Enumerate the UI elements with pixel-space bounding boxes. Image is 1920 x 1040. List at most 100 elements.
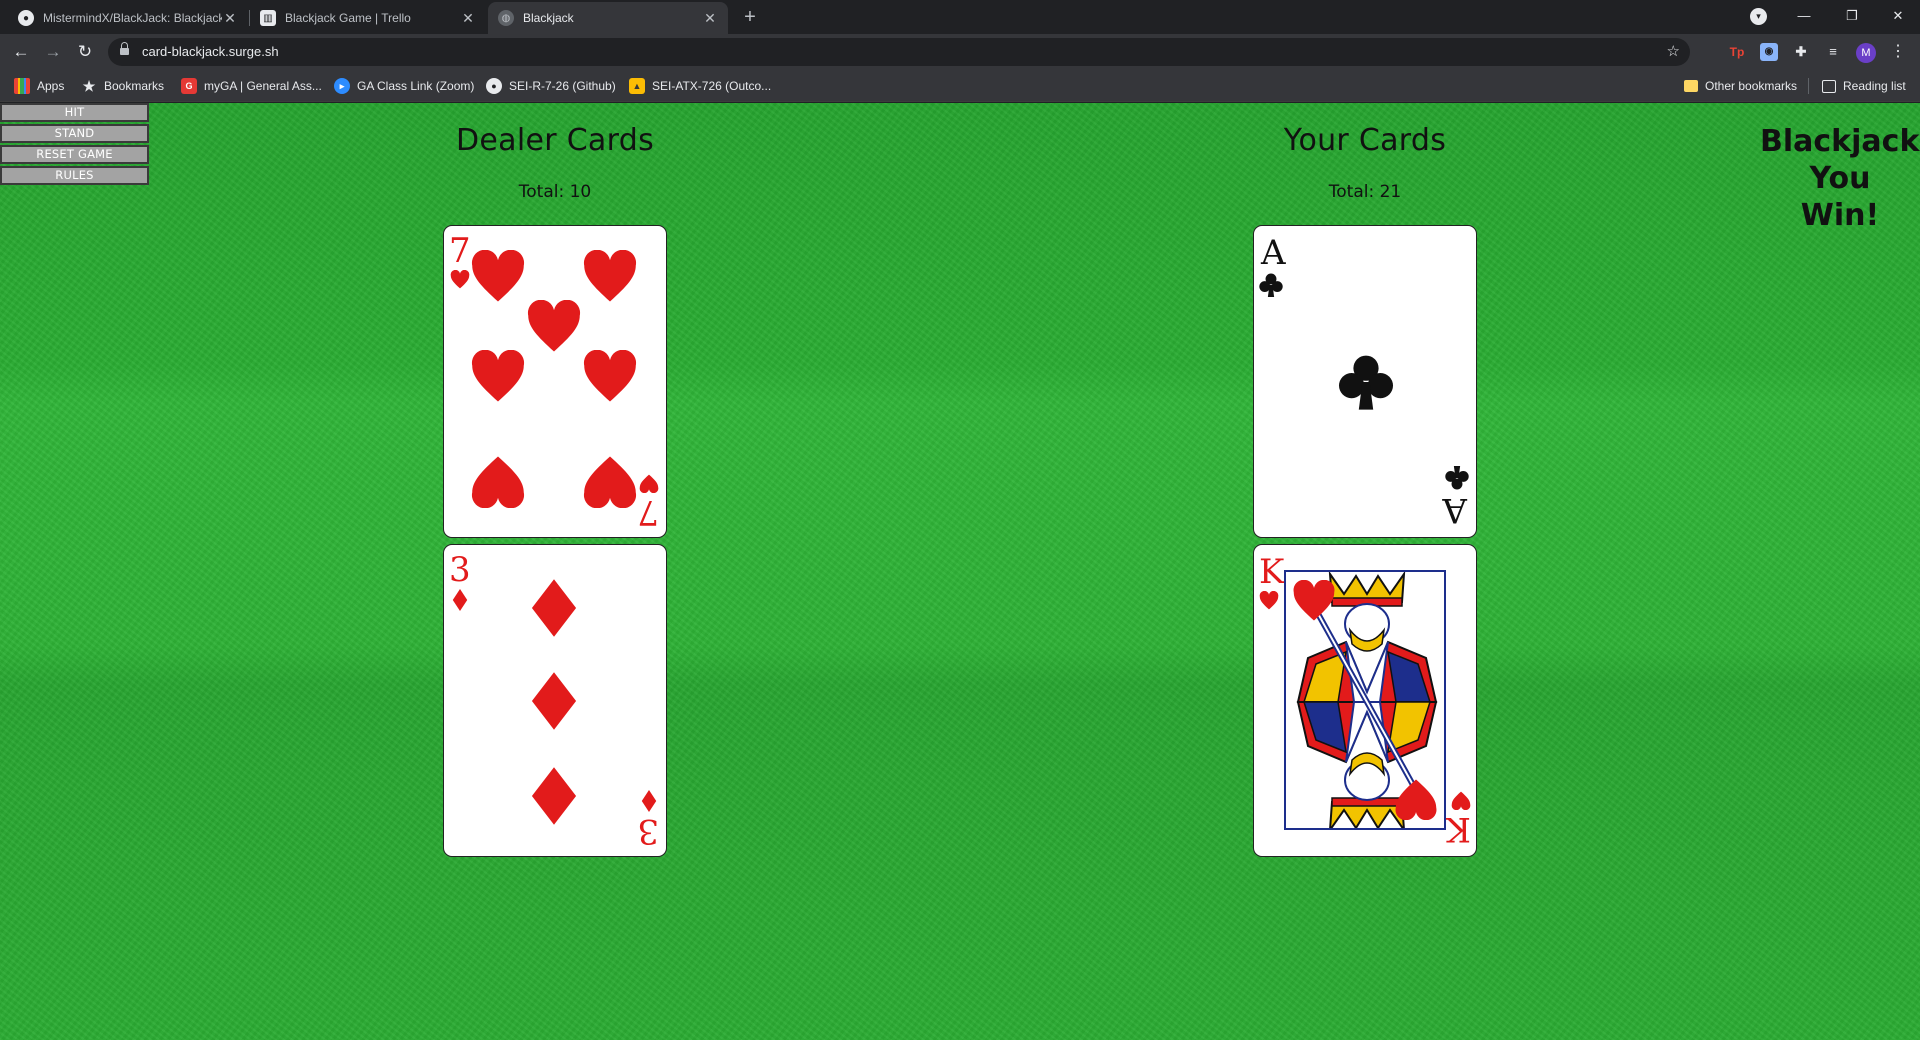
card-rank: 7 [449,231,471,271]
bookmark-label: GA Class Link (Zoom) [357,79,475,93]
apps-grid-icon [14,78,30,94]
tab-strip: ● MistermindX/BlackJack: Blackjack ✕ ▥ B… [0,0,1920,34]
close-icon[interactable]: ✕ [460,10,476,27]
github-icon: ● [486,78,502,94]
bookmark-bookmarks[interactable]: ★ Bookmarks [81,70,164,102]
card-rank: 3 [449,550,471,590]
bookmark-other[interactable]: Other bookmarks [1684,70,1797,102]
tab-title: Blackjack [523,11,574,25]
rules-button[interactable]: RULES [0,166,149,185]
back-icon[interactable]: ← [9,40,33,64]
trello-icon: ▥ [260,10,276,26]
tab-title: MistermindX/BlackJack: Blackjack [43,11,222,25]
extensions-puzzle-icon[interactable]: ✚ [1792,43,1810,61]
heart-icon [471,456,525,508]
bookmark-myga[interactable]: G myGA | General Ass... [181,70,322,102]
bookmark-star-icon[interactable]: ☆ [1667,38,1680,66]
tab-blackjack[interactable]: ◍ Blackjack ✕ [488,2,728,34]
zoom-icon: ▸ [334,78,350,94]
club-icon [1445,466,1469,490]
card-corner-bottom: A [1442,461,1470,530]
heart-icon [471,250,525,302]
browser-toolbar: ← → ↻ card-blackjack.surge.sh ☆ Tp ◉ ✚ ≡… [0,34,1920,70]
result-line: Win! [1800,198,1880,233]
hit-button[interactable]: HIT [0,103,149,122]
card-rank: A [1261,233,1286,273]
close-icon[interactable]: ✕ [702,10,718,27]
result-message: Blackjack! You Win! [1760,123,1920,234]
reset-game-button[interactable]: RESET GAME [0,145,149,164]
heart-icon [1451,791,1471,810]
bookmarks-bar: Apps ★ Bookmarks G myGA | General Ass...… [0,70,1920,102]
extension-tp-icon[interactable]: Tp [1728,43,1746,61]
dealer-card-3-diamonds: 3 3 [443,544,667,857]
reading-list-icon [1822,79,1836,93]
bookmark-github[interactable]: ● SEI-R-7-26 (Github) [486,70,616,102]
bookmark-label: Other bookmarks [1705,79,1798,93]
restore-icon[interactable]: ❐ [1830,4,1874,28]
tab-trello[interactable]: ▥ Blackjack Game | Trello ✕ [250,2,486,34]
reload-icon[interactable]: ↻ [73,40,97,64]
ga-logo-icon: G [181,78,197,94]
heart-icon [527,300,581,352]
game-menu: HIT STAND RESET GAME RULES [0,103,149,187]
bookmark-zoom[interactable]: ▸ GA Class Link (Zoom) [334,70,474,102]
bookmark-label: Apps [37,79,65,93]
king-court-figure [1284,570,1446,830]
diamond-icon [452,589,468,611]
profile-avatar[interactable]: M [1856,43,1876,63]
card-rank: 3 [637,811,659,851]
heart-icon [639,474,659,493]
game-table: HIT STAND RESET GAME RULES Dealer Cards … [0,103,1920,1040]
heart-icon [1395,779,1437,820]
bookmark-label: SEI-ATX-726 (Outco... [652,79,772,93]
heart-icon [1259,591,1279,610]
tab-github[interactable]: ● MistermindX/BlackJack: Blackjack ✕ [8,2,248,34]
tab-search-icon[interactable]: ▾ [1750,8,1767,25]
extension-screenshot-icon[interactable]: ◉ [1760,43,1778,61]
media-control-icon[interactable]: ≡ [1824,43,1842,61]
window-close-icon[interactable]: ✕ [1876,4,1920,28]
card-rank: A [1442,490,1467,530]
globe-icon: ◍ [498,10,514,26]
bookmark-label: SEI-R-7-26 (Github) [509,79,616,93]
diamond-icon [531,672,577,730]
stand-button[interactable]: STAND [0,124,149,143]
browser-menu-icon[interactable]: ⋮ [1890,40,1906,64]
bookmark-label: myGA | General Ass... [204,79,322,93]
close-icon[interactable]: ✕ [222,10,238,27]
bookmark-apps[interactable]: Apps [14,70,64,102]
card-corner-bottom: 7 [637,469,661,532]
bookmark-label: Bookmarks [104,79,165,93]
card-corner-bottom: 3 [637,786,661,851]
card-rank: K [1259,552,1285,592]
card-corner-bottom: K [1446,784,1471,849]
heart-icon [583,350,637,402]
lock-icon [120,42,129,57]
heart-icon [471,350,525,402]
dealer-total: Total: 10 [518,182,592,202]
player-card-ace-clubs: A A [1253,225,1477,538]
heart-icon [583,250,637,302]
heart-icon [583,456,637,508]
dealer-card-7-hearts: 7 7 [443,225,667,538]
club-icon [1339,355,1393,410]
heart-icon [1293,580,1335,621]
diamond-icon [531,579,577,637]
player-card-king-hearts: K K [1253,544,1477,857]
result-line: Blackjack! [1760,124,1920,159]
star-icon: ★ [82,78,96,94]
reading-list[interactable]: Reading list [1822,70,1906,102]
minimize-icon[interactable]: — [1782,4,1826,28]
player-heading: Your Cards [1283,123,1447,158]
folder-icon [1684,80,1698,92]
diamond-icon [531,767,577,825]
diamond-icon [641,790,657,812]
new-tab-icon[interactable]: + [738,5,762,29]
card-rank: 7 [637,492,659,532]
bookmark-outcomes[interactable]: ▲ SEI-ATX-726 (Outco... [629,70,771,102]
address-bar[interactable]: card-blackjack.surge.sh ☆ [108,38,1690,66]
dealer-heading: Dealer Cards [455,123,654,158]
forward-icon[interactable]: → [41,40,65,64]
heart-icon [450,270,470,289]
